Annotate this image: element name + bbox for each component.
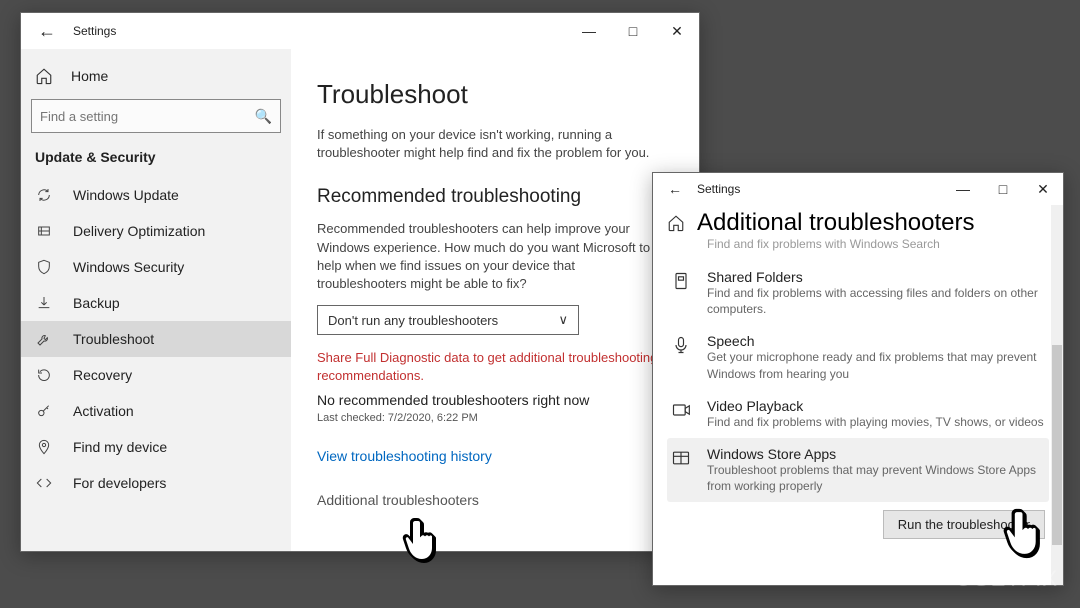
- troubleshooter-windows-store-apps[interactable]: Windows Store Apps Troubleshoot problems…: [667, 438, 1049, 502]
- page-intro: If something on your device isn't workin…: [317, 126, 657, 162]
- wrench-icon: [35, 331, 53, 347]
- item-desc: Find and fix problems with playing movie…: [707, 414, 1044, 430]
- search-icon: 🔍: [255, 108, 272, 125]
- home-icon[interactable]: [667, 214, 685, 232]
- video-icon: [671, 398, 693, 430]
- settings-window: ← Settings ― □ ✕ Home 🔍 Update & Securit…: [20, 12, 700, 552]
- sidebar-item-windows-security[interactable]: Windows Security: [21, 249, 291, 285]
- page-title: Additional troubleshooters: [697, 209, 975, 237]
- sidebar-item-label: Windows Security: [73, 259, 184, 275]
- section-desc: Recommended troubleshooters can help imp…: [317, 220, 667, 293]
- sidebar-item-backup[interactable]: Backup: [21, 285, 291, 321]
- recovery-icon: [35, 367, 53, 383]
- titlebar: ← Settings ― □ ✕: [653, 173, 1063, 205]
- search-input-wrapper[interactable]: 🔍: [31, 99, 281, 133]
- home-label: Home: [71, 68, 108, 84]
- item-desc: Get your microphone ready and fix proble…: [707, 349, 1045, 381]
- item-desc: Find and fix problems with accessing fil…: [707, 285, 1045, 317]
- delivery-icon: [35, 223, 53, 239]
- category-header: Update & Security: [21, 147, 291, 177]
- page-title: Troubleshoot: [317, 79, 671, 110]
- item-title: Speech: [707, 333, 1045, 349]
- section-title: Recommended troubleshooting: [317, 186, 671, 208]
- troubleshooter-mode-dropdown[interactable]: Don't run any troubleshooters ∨: [317, 305, 579, 335]
- sidebar: Home 🔍 Update & Security Windows Update …: [21, 49, 291, 551]
- additional-troubleshooters-link[interactable]: Additional troubleshooters: [317, 492, 671, 508]
- sidebar-item-label: Activation: [73, 403, 134, 419]
- window-title: Settings: [73, 24, 116, 38]
- item-title: Video Playback: [707, 398, 1044, 414]
- sidebar-item-label: For developers: [73, 475, 166, 491]
- store-apps-icon: [671, 446, 693, 494]
- sidebar-item-delivery-optimization[interactable]: Delivery Optimization: [21, 213, 291, 249]
- troubleshooter-video-playback[interactable]: Video Playback Find and fix problems wit…: [667, 390, 1049, 438]
- home-icon: [35, 67, 53, 85]
- sidebar-item-label: Troubleshoot: [73, 331, 154, 347]
- window-title: Settings: [697, 182, 740, 196]
- sidebar-item-label: Find my device: [73, 439, 167, 455]
- back-button[interactable]: ←: [661, 175, 689, 203]
- maximize-button[interactable]: □: [611, 15, 655, 47]
- close-button[interactable]: ✕: [1023, 173, 1063, 205]
- troubleshooter-shared-folders[interactable]: Shared Folders Find and fix problems wit…: [667, 261, 1049, 325]
- sidebar-item-troubleshoot[interactable]: Troubleshoot: [21, 321, 291, 357]
- backup-icon: [35, 295, 53, 311]
- chevron-down-icon: ∨: [558, 312, 568, 328]
- maximize-button[interactable]: □: [983, 173, 1023, 205]
- last-checked: Last checked: 7/2/2020, 6:22 PM: [317, 412, 671, 424]
- scrollbar-thumb[interactable]: [1052, 345, 1062, 545]
- key-icon: [35, 403, 53, 419]
- shared-folders-icon: [671, 269, 693, 317]
- sidebar-item-label: Recovery: [73, 367, 132, 383]
- shield-icon: [35, 259, 53, 275]
- item-title: Windows Store Apps: [707, 446, 1045, 462]
- sidebar-item-recovery[interactable]: Recovery: [21, 357, 291, 393]
- item-title: Shared Folders: [707, 269, 1045, 285]
- troubleshooter-speech[interactable]: Speech Get your microphone ready and fix…: [667, 325, 1049, 389]
- minimize-button[interactable]: ―: [567, 15, 611, 47]
- location-icon: [35, 439, 53, 455]
- back-button[interactable]: ←: [33, 17, 61, 45]
- content-pane: Troubleshoot If something on your device…: [291, 49, 699, 551]
- code-icon: [35, 475, 53, 491]
- no-recommended: No recommended troubleshooters right now: [317, 392, 671, 408]
- page-header: Additional troubleshooters: [667, 209, 1049, 237]
- item-desc: Troubleshoot problems that may prevent W…: [707, 462, 1045, 494]
- partial-item-desc: Find and fix problems with Windows Searc…: [667, 237, 1049, 251]
- minimize-button[interactable]: ―: [943, 173, 983, 205]
- dropdown-value: Don't run any troubleshooters: [328, 313, 498, 328]
- scrollbar[interactable]: [1051, 205, 1063, 585]
- view-history-link[interactable]: View troubleshooting history: [317, 448, 671, 464]
- sidebar-item-activation[interactable]: Activation: [21, 393, 291, 429]
- sync-icon: [35, 187, 53, 203]
- sidebar-item-find-my-device[interactable]: Find my device: [21, 429, 291, 465]
- run-troubleshooter-button[interactable]: Run the troubleshooter: [883, 510, 1045, 539]
- home-nav[interactable]: Home: [21, 59, 291, 93]
- diagnostic-warning: Share Full Diagnostic data to get additi…: [317, 349, 667, 385]
- search-input[interactable]: [40, 109, 255, 124]
- sidebar-item-windows-update[interactable]: Windows Update: [21, 177, 291, 213]
- microphone-icon: [671, 333, 693, 381]
- additional-troubleshooters-window: ← Settings ― □ ✕ Additional troubleshoot…: [652, 172, 1064, 586]
- titlebar: ← Settings ― □ ✕: [21, 13, 699, 49]
- sidebar-item-label: Delivery Optimization: [73, 223, 205, 239]
- close-button[interactable]: ✕: [655, 15, 699, 47]
- sidebar-item-label: Windows Update: [73, 187, 179, 203]
- sidebar-item-label: Backup: [73, 295, 120, 311]
- sidebar-item-for-developers[interactable]: For developers: [21, 465, 291, 501]
